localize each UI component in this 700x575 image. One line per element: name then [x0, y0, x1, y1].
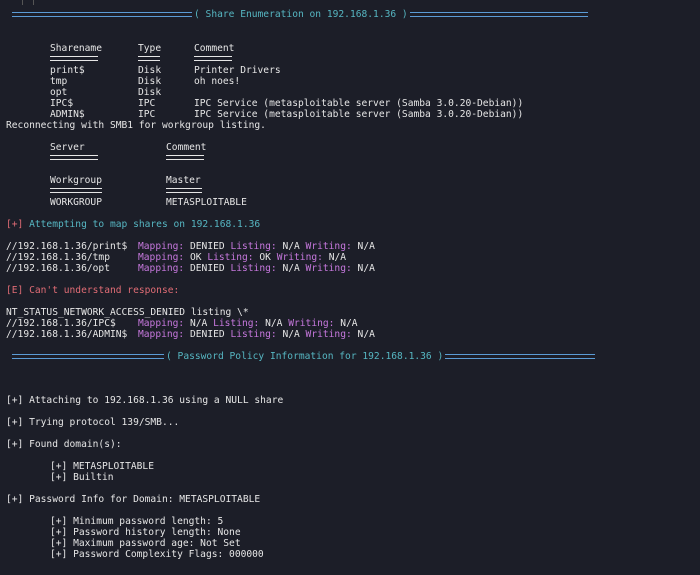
policy-detail: [+] Minimum password length: 5 [50, 516, 224, 527]
underline-type [138, 56, 160, 61]
mapping-label: Mapping: [138, 318, 185, 329]
writing-value: N/A [357, 241, 375, 252]
share-comment: IPC Service (metasploitable server (Samb… [194, 98, 524, 109]
share-type: Disk [138, 65, 162, 76]
mapping-label: Mapping: [138, 263, 185, 274]
trying-line: [+] Trying protocol 139/SMB... [6, 417, 180, 428]
listing-value: N/A [265, 318, 283, 329]
listing-value: N/A [282, 263, 300, 274]
listing-label: Listing: [230, 263, 277, 274]
underline-server-comment [166, 155, 204, 160]
attempt-marker: [+] [6, 219, 24, 230]
underline-sharename [50, 56, 98, 61]
policy-title: ( Password Policy Information for 192.16… [166, 351, 444, 362]
mapping-value: DENIED [190, 241, 225, 252]
share-type: IPC [138, 109, 156, 120]
mapping-value: DENIED [190, 263, 225, 274]
share-comment: IPC Service (metasploitable server (Samb… [194, 109, 524, 120]
share-type: IPC [138, 98, 156, 109]
header-rule-right [409, 12, 588, 17]
listing-value: N/A [282, 241, 300, 252]
writing-label: Writing: [276, 252, 323, 263]
share-enum-header: ( Share Enumeration on 192.168.1.36 ) [12, 9, 588, 20]
mapping-value: DENIED [190, 329, 225, 340]
listing-label: Listing: [213, 318, 260, 329]
attempt-line: [+] Attempting to map shares on 192.168.… [6, 219, 260, 230]
share-name: print$ [50, 65, 85, 76]
policy-detail: [+] Maximum password age: Not Set [50, 538, 241, 549]
writing-label: Writing: [305, 329, 352, 340]
underline-master [166, 188, 202, 193]
mapping-path: //192.168.1.36/tmp [6, 252, 110, 263]
mapping-row: //192.168.1.36/IPC$ Mapping: N/A Listing:… [6, 318, 358, 329]
share-comment: oh noes! [194, 76, 241, 87]
mapping-path: //192.168.1.36/IPC$ [6, 318, 116, 329]
col-master: Master [166, 175, 201, 186]
listing-value: N/A [282, 329, 300, 340]
domain-item: [+] METASPLOITABLE [50, 461, 154, 472]
mapping-label: Mapping: [138, 329, 185, 340]
writing-value: N/A [357, 329, 375, 340]
workgroup-name: WORKGROUP [50, 197, 102, 208]
share-name: opt [50, 87, 68, 98]
master-name: METASPLOITABLE [166, 197, 247, 208]
reconnect-message: Reconnecting with SMB1 for workgroup lis… [6, 120, 266, 131]
share-name: tmp [50, 76, 68, 87]
mapping-row: //192.168.1.36/tmp Mapping: OK Listing: O… [6, 252, 346, 263]
mapping-path: //192.168.1.36/ADMIN$ [6, 329, 128, 340]
col-comment: Comment [194, 43, 235, 54]
mapping-label: Mapping: [138, 252, 185, 263]
nt-status-line: NT_STATUS_NETWORK_ACCESS_DENIED listing … [6, 307, 249, 318]
col-type: Type [138, 43, 162, 54]
header-rule-left [12, 354, 164, 359]
error-line: [E] Can't understand response: [6, 285, 179, 296]
mapping-path: //192.168.1.36/print$ [6, 241, 128, 252]
writing-value: N/A [328, 252, 347, 263]
share-name: ADMIN$ [50, 109, 85, 120]
share-enum-title: ( Share Enumeration on 192.168.1.36 ) [194, 9, 408, 20]
col-sharename: Sharename [50, 43, 102, 54]
mapping-row: //192.168.1.36/print$ Mapping: DENIED Lis… [6, 241, 375, 252]
mapping-value: N/A [190, 318, 208, 329]
found-domains-line: [+] Found domain(s): [6, 439, 122, 450]
header-rule-right [445, 354, 596, 359]
error-text: Can't understand response: [23, 285, 180, 296]
listing-label: Listing: [207, 252, 254, 263]
domain-item: [+] Builtin [50, 472, 114, 483]
listing-value: OK [259, 252, 271, 263]
underline-server [50, 155, 98, 160]
mapping-value: OK [190, 252, 202, 263]
col-workgroup: Workgroup [50, 175, 102, 186]
policy-detail: [+] Password history length: None [50, 527, 241, 538]
share-type: Disk [138, 76, 162, 87]
mapping-path: //192.168.1.36/opt [6, 263, 110, 274]
share-type: Disk [138, 87, 162, 98]
policy-header: ( Password Policy Information for 192.16… [12, 351, 596, 362]
writing-label: Writing: [305, 263, 352, 274]
listing-label: Listing: [230, 329, 277, 340]
col-server: Server [50, 142, 85, 153]
writing-value: N/A [340, 318, 358, 329]
mapping-row: //192.168.1.36/ADMIN$ Mapping: DENIED Lis… [6, 329, 375, 340]
listing-label: Listing: [230, 241, 277, 252]
attempt-text: Attempting to map shares on 192.168.1.36 [23, 219, 261, 230]
writing-label: Writing: [288, 318, 335, 329]
underline-workgroup [50, 188, 102, 193]
col-server-comment: Comment [166, 142, 207, 153]
mapping-row: //192.168.1.36/opt Mapping: DENIED Listin… [6, 263, 375, 274]
underline-comment [194, 56, 232, 61]
top-scroll-fragment [22, 0, 34, 5]
mapping-label: Mapping: [138, 241, 185, 252]
policy-detail: [+] Password Complexity Flags: 000000 [50, 549, 264, 560]
writing-label: Writing: [305, 241, 352, 252]
share-comment: Printer Drivers [194, 65, 281, 76]
share-name: IPC$ [50, 98, 74, 109]
password-info-line: [+] Password Info for Domain: METASPLOIT… [6, 494, 261, 505]
header-rule-left [12, 12, 192, 17]
attaching-line: [+] Attaching to 192.168.1.36 using a NU… [6, 395, 284, 406]
writing-value: N/A [357, 263, 375, 274]
error-marker: [E] [6, 285, 24, 296]
